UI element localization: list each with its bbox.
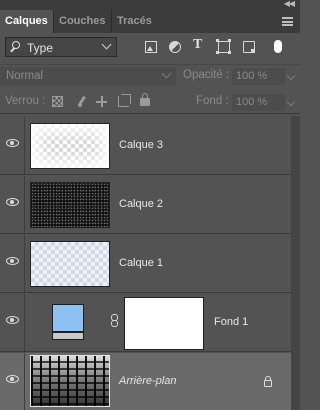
filter-kind-select[interactable]: Type [5, 37, 117, 57]
layer-thumbnail [30, 241, 110, 287]
eye-icon[interactable] [6, 375, 19, 383]
lock-transparent-pixels-icon[interactable] [52, 96, 63, 107]
image-filter-icon[interactable] [145, 41, 157, 53]
blend-mode-select[interactable]: Normal [0, 67, 176, 86]
lock-all-icon[interactable] [140, 93, 150, 106]
smart-object-filter-icon[interactable] [243, 41, 255, 53]
opacity-label: Opacité : [183, 69, 230, 81]
link-chain-icon[interactable] [111, 314, 118, 328]
layer-name: Calque 2 [119, 198, 164, 210]
blend-mode-row: Normal Opacité : 100 % [0, 64, 300, 87]
layer-thumbnail [30, 182, 110, 228]
panel-menu-icon[interactable] [282, 17, 293, 26]
lock-icon [264, 376, 272, 387]
layer-mask-thumbnail[interactable] [124, 297, 204, 350]
chevron-down-icon [101, 39, 112, 50]
search-icon [12, 41, 20, 49]
filter-toggle-switch[interactable] [274, 40, 282, 53]
layer-name: Calque 3 [119, 139, 164, 151]
layer-thumbnail [30, 123, 110, 169]
lock-image-pixels-icon[interactable] [77, 96, 88, 107]
tab-traces[interactable]: Tracés [112, 10, 154, 33]
divider [24, 235, 25, 292]
tab-calques[interactable]: Calques [0, 10, 54, 33]
panel-tab-bar: Calques Couches Tracés [0, 10, 300, 33]
type-filter-icon[interactable]: T [193, 37, 202, 53]
fill-color-swatch[interactable] [52, 304, 84, 339]
lock-position-icon[interactable] [96, 96, 107, 107]
opacity-dropdown-icon[interactable] [286, 71, 296, 81]
fill-swatch-bar [52, 332, 84, 340]
layer-row-calque-1[interactable]: Calque 1 [0, 235, 291, 293]
collapse-panel-icon[interactable]: ◀◀ [284, 0, 295, 8]
eye-icon[interactable] [6, 316, 19, 324]
layers-scrollbar[interactable] [291, 116, 300, 410]
divider [24, 294, 25, 351]
opacity-field[interactable]: 100 % [232, 68, 285, 85]
divider [24, 353, 25, 410]
layer-row-arriere-plan[interactable]: Arrière-plan [0, 353, 291, 410]
divider [24, 176, 25, 233]
tab-couches[interactable]: Couches [54, 10, 112, 33]
eye-icon[interactable] [6, 139, 19, 147]
chevron-down-icon [161, 68, 172, 79]
layer-name: Fond 1 [214, 316, 249, 328]
filter-kind-label: Type [27, 41, 54, 55]
eye-icon[interactable] [6, 198, 19, 206]
fill-dropdown-icon[interactable] [286, 97, 296, 107]
lock-label: Verrou : [5, 95, 46, 107]
layer-filter-row: Type T [0, 33, 300, 60]
blend-mode-label: Normal [6, 70, 44, 82]
layer-row-calque-2[interactable]: Calque 2 [0, 176, 291, 234]
panel-top-strip: ◀◀ [0, 0, 300, 10]
lock-row: Verrou : Fond : 100 % [0, 90, 300, 114]
layer-name: Arrière-plan [119, 375, 177, 387]
lock-artboard-icon[interactable] [118, 94, 131, 107]
layer-row-calque-3[interactable]: Calque 3 [0, 117, 291, 175]
adjustment-filter-icon[interactable] [169, 41, 181, 53]
eye-icon[interactable] [6, 257, 19, 265]
fill-field[interactable]: 100 % [232, 94, 285, 111]
layer-thumbnail [30, 355, 110, 407]
layer-row-fond-1[interactable]: Fond 1 [0, 294, 291, 352]
layer-name: Calque 1 [119, 257, 164, 269]
divider [24, 117, 25, 174]
fill-label: Fond : [196, 95, 229, 107]
shape-filter-icon[interactable] [216, 39, 230, 53]
